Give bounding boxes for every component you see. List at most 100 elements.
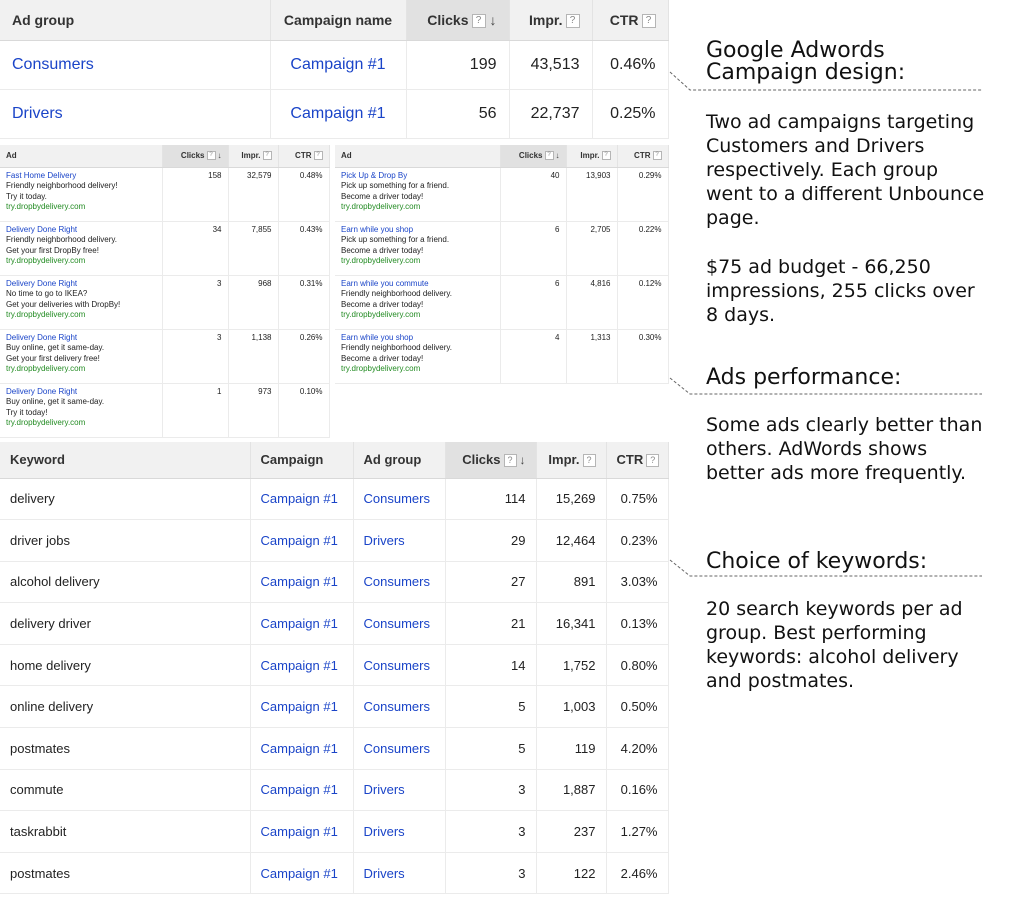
impr-cell: 13,903 (566, 167, 618, 222)
campaign-link[interactable]: Campaign #1 (250, 519, 354, 562)
impr-cell: 22,737 (509, 89, 593, 139)
ad-row: Earn while you shop Friendly neighborhood… (335, 329, 669, 384)
ctr-cell: 0.30% (617, 329, 669, 384)
sort-down-arrow-icon[interactable]: ↓ (520, 453, 526, 467)
campaign-link[interactable]: Campaign #1 (250, 644, 354, 687)
ad-cell: Delivery Done Right Friendly neighborhood… (0, 221, 163, 276)
ad-headline-link[interactable]: Delivery Done Right (6, 333, 156, 344)
campaign-link[interactable]: Campaign #1 (250, 478, 354, 521)
ad-headline-link[interactable]: Delivery Done Right (6, 387, 156, 398)
keyword-column-header[interactable]: Keyword (0, 442, 251, 479)
clicks-cell: 40 (500, 167, 567, 222)
ad-display-url: try.dropbydelivery.com (341, 310, 421, 319)
ctr-cell: 1.27% (606, 810, 669, 853)
impr-cell: 237 (536, 810, 607, 853)
ad-column-header[interactable]: Ad (335, 145, 501, 168)
ctr-cell: 0.75% (606, 478, 669, 521)
ad-group-link[interactable]: Consumers (353, 644, 446, 687)
campaign-name-column-header[interactable]: Campaign name (270, 0, 407, 41)
ad-headline-link[interactable]: Earn while you shop (341, 225, 494, 236)
help-icon[interactable]: ? (565, 13, 580, 28)
column-label: Campaign (260, 452, 324, 468)
campaign-link[interactable]: Campaign #1 (250, 727, 354, 770)
ads-performance-leader-line (669, 377, 982, 395)
help-icon[interactable]: ? (503, 454, 517, 468)
ad-group-link[interactable]: Consumers (0, 40, 271, 90)
ad-headline-link[interactable]: Delivery Done Right (6, 279, 156, 290)
campaign-design-leader-line (669, 71, 982, 91)
table-row: commute Campaign #1 Drivers 3 1,887 0.16% (0, 769, 669, 812)
help-icon[interactable]: ? (652, 151, 662, 161)
ad-group-column-header[interactable]: Ad group (353, 442, 446, 479)
ad-group-link[interactable]: Drivers (353, 769, 446, 812)
campaign-column-header[interactable]: Campaign (250, 442, 354, 479)
help-icon[interactable]: ? (313, 151, 323, 161)
ad-headline-link[interactable]: Earn while you shop (341, 333, 494, 344)
sort-down-arrow-icon[interactable]: ↓ (556, 151, 560, 160)
impr-cell: 15,269 (536, 478, 607, 521)
sort-down-arrow-icon[interactable]: ↓ (490, 12, 497, 28)
impr-cell: 12,464 (536, 519, 607, 562)
impr-cell: 1,313 (566, 329, 618, 384)
ad-row: Delivery Done Right No time to go to IKEA… (0, 275, 330, 330)
help-icon[interactable]: ? (582, 454, 596, 468)
campaign-link[interactable]: Campaign #1 (250, 852, 354, 895)
sort-down-arrow-icon[interactable]: ↓ (218, 151, 222, 160)
campaign-link[interactable]: Campaign #1 (250, 810, 354, 853)
ad-headline-link[interactable]: Earn while you commute (341, 279, 494, 290)
ctr-cell: 0.48% (278, 167, 330, 222)
help-icon[interactable]: ? (544, 151, 554, 161)
ad-group-link[interactable]: Consumers (353, 685, 446, 729)
impr-column-header[interactable]: Impr.? (509, 0, 593, 41)
clicks-cell: 5 (445, 727, 537, 770)
ad-group-link[interactable]: Consumers (353, 478, 446, 521)
impr-cell: 973 (228, 383, 279, 438)
impr-column-header[interactable]: Impr.? (566, 145, 618, 168)
ad-group-link[interactable]: Consumers (353, 561, 446, 604)
impr-column-header[interactable]: Impr.? (228, 145, 279, 168)
campaign-link[interactable]: Campaign #1 (250, 685, 354, 729)
impr-column-header[interactable]: Impr.? (536, 442, 607, 479)
impr-cell: 122 (536, 852, 607, 895)
ad-column-header[interactable]: Ad (0, 145, 163, 168)
ad-group-column-header[interactable]: Ad group (0, 0, 271, 41)
ad-group-link[interactable]: Consumers (353, 727, 446, 770)
ad-cell: Earn while you shop Friendly neighborhood… (335, 329, 501, 384)
ad-headline-link[interactable]: Delivery Done Right (6, 225, 156, 236)
campaign-link[interactable]: Campaign #1 (270, 40, 407, 90)
clicks-cell: 3 (162, 275, 229, 330)
ad-group-link[interactable]: Drivers (353, 852, 446, 895)
ad-group-link[interactable]: Drivers (0, 89, 271, 139)
ctr-column-header[interactable]: CTR? (592, 0, 669, 41)
help-icon[interactable]: ? (471, 13, 486, 28)
campaign-link[interactable]: Campaign #1 (270, 89, 407, 139)
clicks-column-header[interactable]: Clicks? ↓ (445, 442, 537, 479)
ad-description-line: Friendly neighborhood delivery. (341, 289, 453, 298)
impr-cell: 16,341 (536, 602, 607, 645)
ctr-cell: 0.12% (617, 275, 669, 330)
help-icon[interactable]: ? (646, 454, 660, 468)
ad-group-table: Ad group Campaign name Clicks? ↓ Impr.? C… (0, 0, 669, 139)
ctr-column-header[interactable]: CTR? (606, 442, 669, 479)
help-icon[interactable]: ? (206, 151, 216, 161)
clicks-column-header[interactable]: Clicks? ↓ (406, 0, 510, 41)
clicks-column-header[interactable]: Clicks? ↓ (500, 145, 567, 168)
ad-headline-link[interactable]: Fast Home Delivery (6, 171, 156, 182)
ad-description-line: Friendly neighborhood delivery! (6, 181, 118, 190)
clicks-column-header[interactable]: Clicks? ↓ (162, 145, 229, 168)
ad-group-link[interactable]: Consumers (353, 602, 446, 645)
campaign-link[interactable]: Campaign #1 (250, 769, 354, 812)
ad-group-link[interactable]: Drivers (353, 810, 446, 853)
table-row: driver jobs Campaign #1 Drivers 29 12,464 0.2… (0, 519, 669, 562)
help-icon[interactable]: ? (641, 13, 656, 28)
campaign-link[interactable]: Campaign #1 (250, 561, 354, 604)
clicks-cell: 21 (445, 602, 537, 645)
clicks-cell: 6 (500, 221, 567, 276)
help-icon[interactable]: ? (262, 151, 272, 161)
ad-group-link[interactable]: Drivers (353, 519, 446, 562)
ad-headline-link[interactable]: Pick Up & Drop By (341, 171, 494, 182)
ctr-column-header[interactable]: CTR? (617, 145, 669, 168)
ctr-column-header[interactable]: CTR? (278, 145, 330, 168)
help-icon[interactable]: ? (601, 151, 611, 161)
campaign-link[interactable]: Campaign #1 (250, 602, 354, 645)
